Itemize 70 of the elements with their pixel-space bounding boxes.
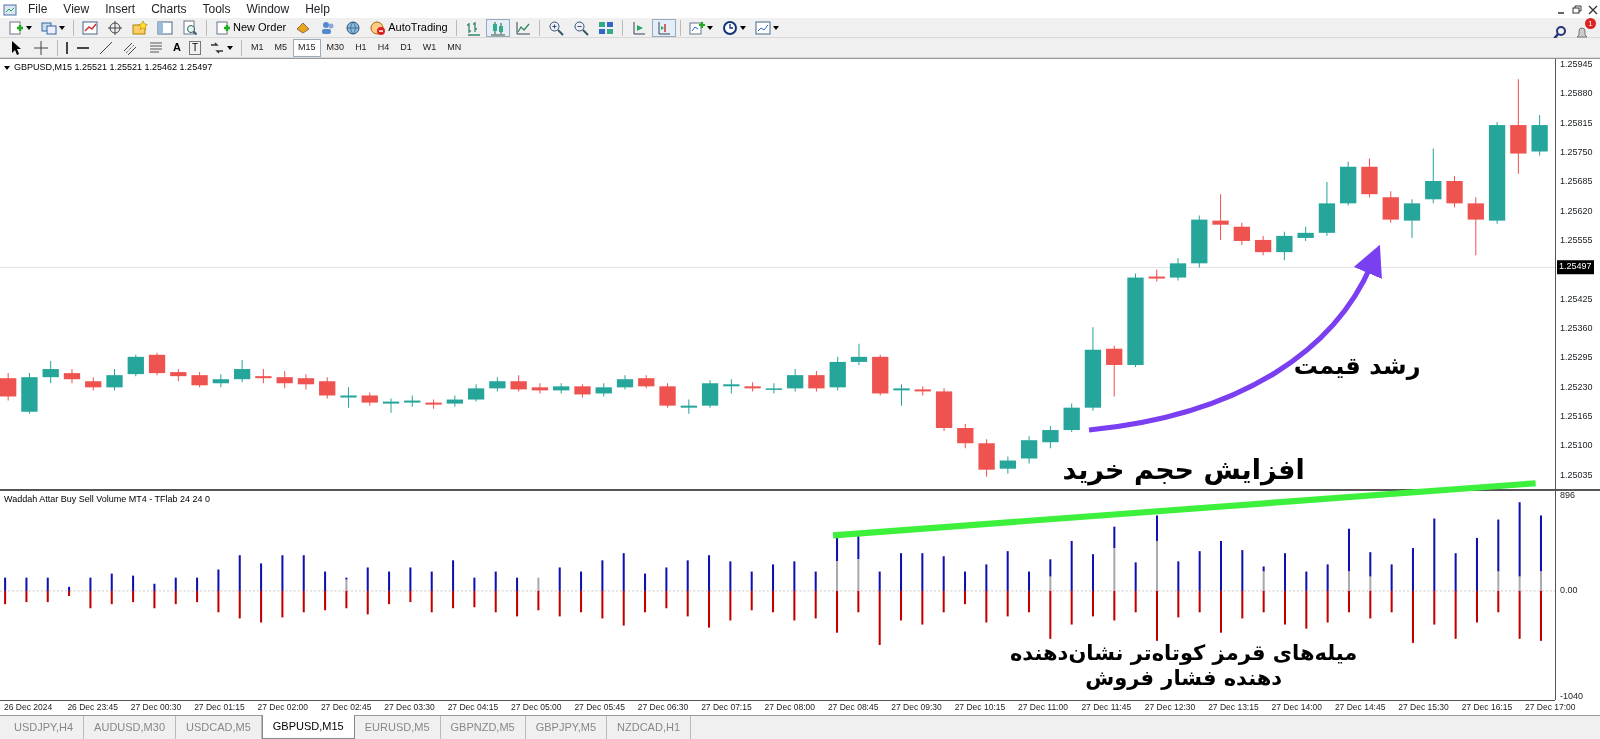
time-tick: 27 Dec 16:15 bbox=[1461, 701, 1514, 714]
menu-item[interactable]: Window bbox=[238, 0, 298, 18]
chart-tab[interactable]: GBPUSD,M15 bbox=[261, 715, 355, 739]
price-tick: 1.25685 bbox=[1560, 175, 1593, 189]
time-tick: 27 Dec 01:15 bbox=[194, 701, 246, 714]
time-tick: 26 Dec 2024 bbox=[4, 701, 54, 714]
time-tick: 27 Dec 17:00 bbox=[1525, 701, 1577, 714]
time-tick: 27 Dec 06:30 bbox=[637, 701, 690, 714]
price-tick: 1.25360 bbox=[1560, 322, 1593, 336]
time-tick: 27 Dec 02:00 bbox=[257, 701, 310, 714]
indicator-label: Waddah Attar Buy Sell Volume MT4 - TFlab 24 24 0 bbox=[4, 493, 211, 506]
timeframe-button[interactable]: H1 bbox=[350, 38, 372, 57]
menu-item[interactable]: Insert bbox=[97, 0, 144, 18]
time-tick: 27 Dec 08:45 bbox=[827, 701, 880, 714]
time-tick: 27 Dec 12:30 bbox=[1144, 701, 1197, 714]
time-tick: 27 Dec 07:15 bbox=[701, 701, 753, 714]
price-tick: 1.25750 bbox=[1560, 146, 1593, 160]
text-tool-button[interactable]: A bbox=[169, 38, 185, 57]
menu-item[interactable]: View bbox=[55, 0, 98, 18]
annotation-text: رشد قیمت bbox=[1293, 351, 1421, 381]
timeframe-button[interactable]: M15 bbox=[293, 38, 321, 57]
price-tick: 1.25620 bbox=[1560, 205, 1593, 219]
time-tick: 27 Dec 04:15 bbox=[447, 701, 500, 714]
timeframe-button[interactable]: M1 bbox=[246, 38, 269, 57]
menu-item[interactable]: Tools bbox=[194, 0, 239, 18]
current-price-tag: 1.25497 bbox=[1557, 260, 1594, 275]
menu-item[interactable]: Charts bbox=[143, 0, 195, 18]
price-tick: 1.25815 bbox=[1560, 117, 1593, 130]
notification-count: 1 bbox=[1585, 18, 1596, 29]
autotrading-button[interactable]: AutoTrading bbox=[366, 18, 452, 37]
price-tick: 1.25425 bbox=[1560, 293, 1593, 307]
symbol-info: GBPUSD,M15 1.25521 1.25521 1.25462 1.25497 bbox=[4, 61, 213, 75]
menu-item[interactable]: Help bbox=[297, 0, 338, 18]
new-order-button[interactable]: New Order bbox=[211, 18, 291, 37]
timeframe-button[interactable]: H4 bbox=[372, 38, 395, 57]
time-tick: 27 Dec 10:15 bbox=[954, 701, 1007, 714]
time-tick: 27 Dec 11:45 bbox=[1081, 701, 1133, 714]
time-tick: 27 Dec 00:30 bbox=[130, 701, 183, 714]
timeframe-button[interactable]: MN bbox=[442, 38, 467, 57]
price-tick: 1.25945 bbox=[1560, 58, 1593, 72]
price-tick: 1.25555 bbox=[1560, 234, 1593, 248]
timeframe-button[interactable]: D1 bbox=[395, 38, 417, 57]
time-tick: 27 Dec 11:00 bbox=[1018, 701, 1069, 714]
price-tick: 1.25295 bbox=[1560, 351, 1593, 365]
price-tick: 1.25100 bbox=[1560, 439, 1593, 453]
time-tick: 27 Dec 08:00 bbox=[764, 701, 817, 714]
price-tick: 1.25880 bbox=[1560, 87, 1593, 101]
indicator-tick: 0.00 bbox=[1560, 584, 1578, 598]
price-tick: 1.25165 bbox=[1560, 410, 1593, 424]
timeframe-button[interactable]: M30 bbox=[321, 38, 350, 57]
time-tick: 27 Dec 02:45 bbox=[320, 701, 373, 714]
time-tick: 27 Dec 03:30 bbox=[384, 701, 436, 714]
time-tick: 27 Dec 13:15 bbox=[1208, 701, 1260, 714]
time-tick: 27 Dec 05:45 bbox=[574, 701, 626, 714]
time-tick: 27 Dec 15:30 bbox=[1398, 701, 1450, 714]
indicator-tick: 896 bbox=[1560, 489, 1576, 503]
timeframe-button[interactable]: M5 bbox=[269, 38, 293, 57]
timeframe-button[interactable]: W1 bbox=[417, 38, 442, 57]
price-tick: 1.25230 bbox=[1560, 381, 1593, 395]
time-tick: 27 Dec 14:45 bbox=[1334, 701, 1387, 714]
annotation-text: افزایش حجم خرید bbox=[1062, 454, 1305, 487]
price-tick: 1.25035 bbox=[1560, 469, 1593, 483]
annotation-text: میله‌های قرمز کوتاه‌تر نشان‌دهنده دهنده فشار فروش bbox=[1009, 640, 1358, 692]
time-tick: 26 Dec 23:45 bbox=[67, 701, 119, 714]
indicator-tick: -1040 bbox=[1560, 690, 1584, 704]
label-tool-button[interactable]: T bbox=[188, 40, 202, 55]
menu-item[interactable]: File bbox=[20, 0, 56, 18]
time-tick: 27 Dec 05:00 bbox=[511, 701, 563, 714]
time-tick: 27 Dec 14:00 bbox=[1271, 701, 1324, 714]
time-tick: 27 Dec 09:30 bbox=[891, 701, 943, 714]
